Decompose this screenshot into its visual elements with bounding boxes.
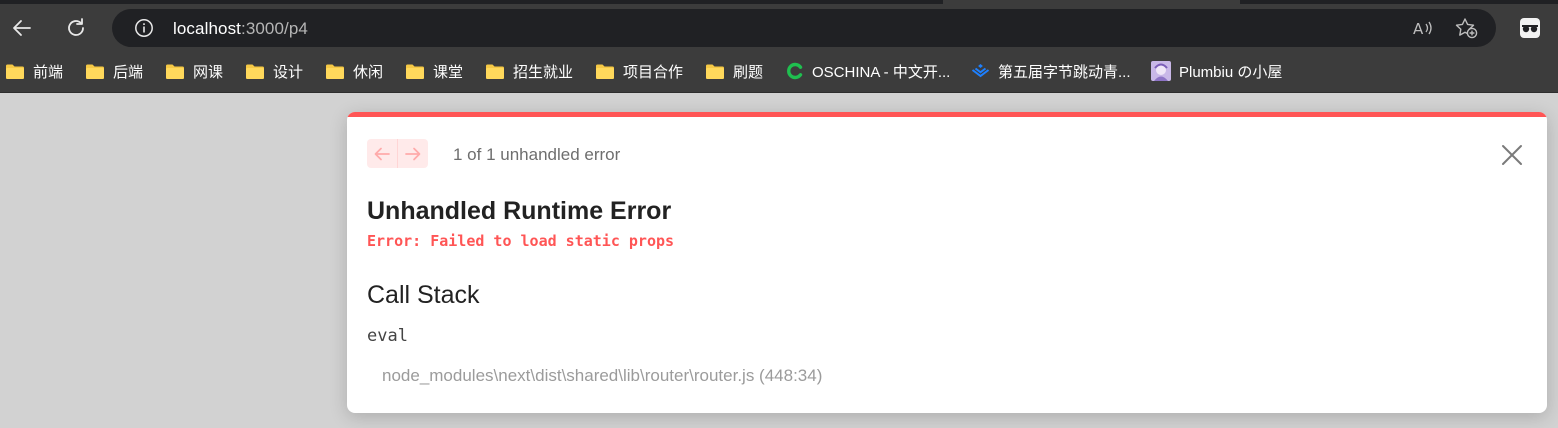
folder-icon [246, 64, 264, 79]
folder-icon [486, 64, 504, 79]
bookmark-label: Plumbiu の小屋 [1179, 63, 1283, 81]
bookmark-link[interactable]: Plumbiu の小屋 [1151, 60, 1282, 82]
bookmark-label: 项目合作 [623, 63, 684, 81]
bookmark-folder[interactable]: 后端 [85, 60, 143, 82]
stack-frame-function: eval [367, 326, 408, 346]
bookmark-label: 前端 [33, 63, 64, 81]
bookmark-label: 刷题 [733, 63, 764, 81]
bookmark-folder[interactable]: 项目合作 [595, 60, 683, 82]
add-favorite-icon[interactable] [1454, 17, 1478, 39]
folder-icon [406, 64, 424, 79]
svg-text:A: A [1413, 20, 1424, 38]
bookmark-label: 网课 [193, 63, 224, 81]
read-aloud-icon[interactable]: A [1412, 18, 1434, 38]
error-counter: 1 of 1 unhandled error [453, 145, 621, 164]
site-info-icon[interactable] [134, 18, 154, 38]
url-host: localhost [173, 19, 241, 38]
error-pagination [367, 139, 428, 168]
bookmark-label: 休闲 [353, 63, 384, 81]
arrow-left-icon [374, 147, 390, 160]
bookmark-folder[interactable]: 刷题 [705, 60, 763, 82]
bookmark-link[interactable]: OSCHINA - 中文开... [786, 60, 950, 82]
stack-frame-location[interactable]: node_modules\next\dist\shared\lib\router… [382, 366, 822, 386]
bookmark-folder[interactable]: 网课 [165, 60, 223, 82]
url-text[interactable]: localhost:3000/p4 [173, 19, 308, 39]
folder-icon [326, 64, 344, 79]
arrow-left-icon [13, 20, 31, 36]
extension-button[interactable] [1514, 12, 1546, 44]
bookmark-folder[interactable]: 课堂 [405, 60, 463, 82]
bookmark-label: 招生就业 [513, 63, 574, 81]
next-error-button[interactable] [398, 139, 428, 168]
folder-icon [596, 64, 614, 79]
bookmark-folder[interactable]: 设计 [245, 60, 303, 82]
address-bar[interactable]: localhost:3000/p4 A [112, 9, 1496, 47]
error-message: Error: Failed to load static props [367, 232, 675, 250]
bookmarks-bar: 前端 后端 网课 设计 休闲 课堂 招生就业 项目合作 刷题 OSCHINA -… [0, 52, 1558, 93]
bookmark-label: 设计 [273, 63, 304, 81]
arrow-right-icon [405, 147, 421, 160]
browser-toolbar: localhost:3000/p4 A [0, 4, 1558, 52]
reload-button[interactable] [60, 12, 92, 44]
folder-icon [86, 64, 104, 79]
extension-icon [1520, 18, 1540, 38]
error-accent-bar [347, 112, 1547, 117]
folder-icon [706, 64, 724, 79]
bookmark-folder[interactable]: 休闲 [325, 60, 383, 82]
juejin-icon [971, 64, 990, 78]
error-dialog: 1 of 1 unhandled error Unhandled Runtime… [347, 112, 1547, 413]
call-stack-heading: Call Stack [367, 281, 480, 309]
bookmark-label: OSCHINA - 中文开... [812, 63, 951, 81]
bookmark-label: 第五届字节跳动青... [998, 63, 1131, 81]
back-button[interactable] [6, 12, 38, 44]
bookmark-folder[interactable]: 招生就业 [485, 60, 573, 82]
url-path: :3000/p4 [241, 19, 308, 38]
bookmark-folder[interactable]: 前端 [5, 60, 63, 82]
bookmark-label: 课堂 [433, 63, 464, 81]
folder-icon [6, 64, 24, 79]
avatar-icon [1151, 61, 1171, 81]
oschina-icon [787, 62, 803, 80]
reload-icon [68, 18, 84, 36]
close-icon[interactable] [1501, 144, 1523, 166]
prev-error-button[interactable] [367, 139, 398, 168]
error-title: Unhandled Runtime Error [367, 197, 672, 225]
bookmark-link[interactable]: 第五届字节跳动青... [971, 60, 1131, 82]
folder-icon [166, 64, 184, 79]
bookmark-label: 后端 [113, 63, 144, 81]
